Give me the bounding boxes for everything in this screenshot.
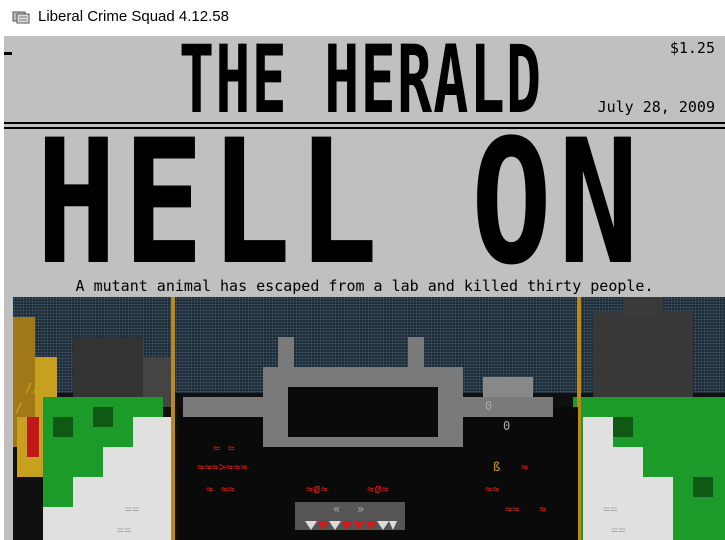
window-title: Liberal Crime Squad 4.12.58	[38, 8, 229, 25]
margin-tick	[4, 52, 12, 55]
blood-glyph: ß	[493, 460, 501, 474]
blood-glyph: ≈ ≈≈	[206, 482, 235, 496]
header-divider-top	[4, 122, 725, 124]
mutant-glyph: 0	[485, 399, 493, 413]
ground-glyph: ==	[611, 523, 626, 537]
blood-glyph: ≈	[539, 502, 547, 516]
newspaper-price: $1.25	[669, 39, 715, 57]
game-screen[interactable]: THE HERALD $1.25 July 28, 2009 HELL ON E…	[4, 36, 725, 540]
ground-glyph: ==	[117, 523, 132, 537]
window-titlebar[interactable]: Liberal Crime Squad 4.12.58	[0, 0, 725, 36]
mutant-glyph: 0	[503, 419, 511, 433]
blood-glyph: ≈≈	[505, 502, 520, 516]
window-glyph: //	[43, 361, 58, 375]
window-glyph: /	[15, 401, 23, 415]
lcs-app-icon	[12, 11, 30, 24]
newspaper-subheadline: A mutant animal has escaped from a lab a…	[75, 277, 654, 295]
blood-glyph: ≈≈≈>≈≈≈	[197, 460, 248, 474]
mutant-animal-illustration: // // / @@	[13, 297, 725, 540]
newspaper-date: July 28, 2009	[597, 98, 715, 116]
ground-glyph: ==	[603, 502, 618, 516]
window-glyph: //	[25, 381, 40, 395]
blood-glyph: ≈≈	[485, 482, 500, 496]
mutant-glyph: «	[333, 502, 341, 516]
newspaper-headline: HELL ON EARTH	[36, 128, 725, 278]
mutant-eye-right: ≈ø≈	[367, 482, 389, 496]
mutant-eye-left: ≈ø≈	[306, 482, 328, 496]
masthead-area: THE HERALD	[179, 36, 549, 135]
lamp-pole-left	[171, 297, 175, 540]
blood-glyph: ≈ ≈	[213, 441, 235, 455]
mutant-glyph: »	[357, 502, 365, 516]
newspaper-masthead: THE HERALD	[179, 36, 543, 135]
headline-area: HELL ON EARTH	[36, 128, 725, 278]
building-door	[27, 417, 39, 457]
blood-glyph: ≈	[521, 460, 529, 474]
mutant-horn-left	[278, 337, 294, 377]
mutant-horn-right	[408, 337, 424, 377]
mutant-teeth	[305, 521, 397, 530]
building-right-dark	[593, 311, 693, 406]
ground-glyph: ==	[125, 502, 140, 516]
